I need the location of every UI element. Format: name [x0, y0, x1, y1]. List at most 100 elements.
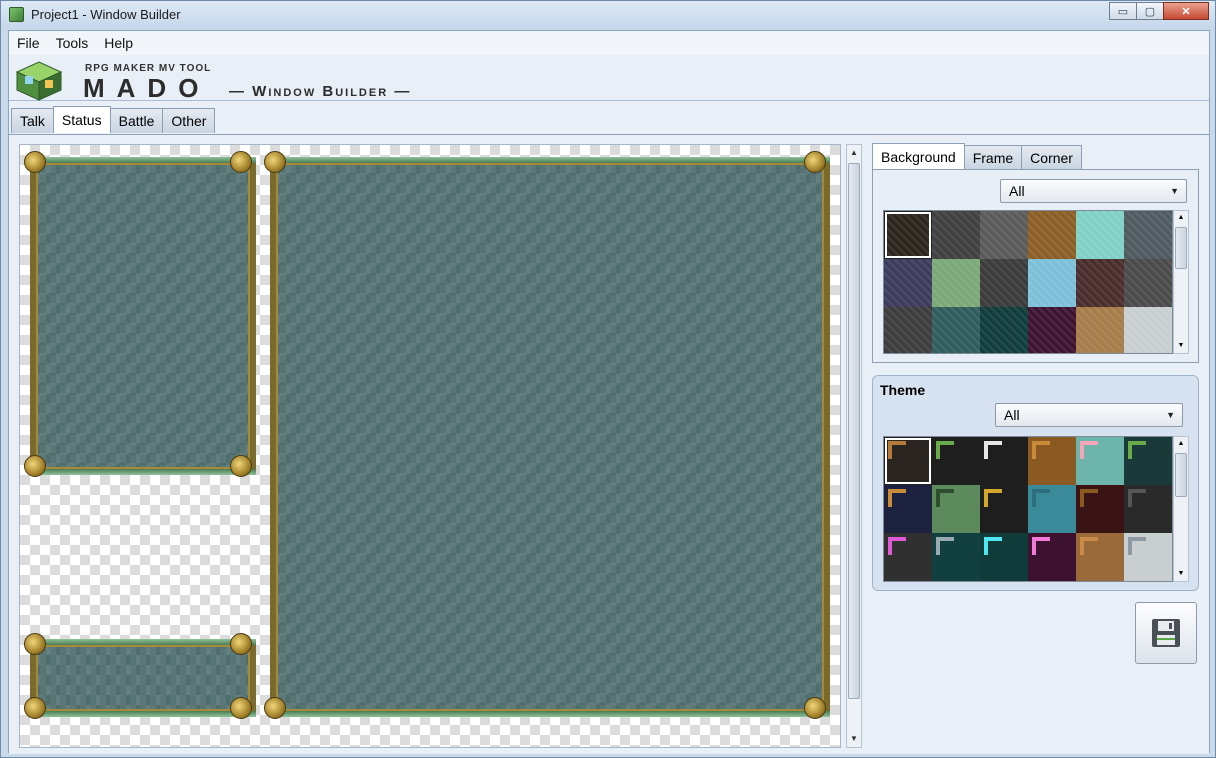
theme-swatch[interactable]: [884, 437, 932, 485]
theme-swatch[interactable]: [1076, 437, 1124, 485]
background-swatch[interactable]: [980, 307, 1028, 353]
theme-scrollbar[interactable]: ▲ ▼: [1173, 436, 1189, 582]
theme-swatch[interactable]: [1124, 533, 1172, 581]
ornament-corner-icon: [264, 151, 286, 173]
background-swatch[interactable]: [932, 259, 980, 307]
background-swatch[interactable]: [884, 259, 932, 307]
theme-corner-icon: [888, 441, 906, 459]
mado-logo-icon: [15, 61, 63, 101]
save-icon: [1152, 619, 1180, 647]
scroll-down-icon[interactable]: ▼: [1174, 567, 1188, 581]
theme-swatch[interactable]: [980, 437, 1028, 485]
theme-swatch[interactable]: [1028, 485, 1076, 533]
scroll-up-icon[interactable]: ▲: [847, 145, 861, 161]
theme-corner-icon: [936, 441, 954, 459]
ornament-corner-icon: [230, 151, 252, 173]
background-filter-select[interactable]: All ▼: [1000, 179, 1187, 203]
theme-swatch[interactable]: [1124, 485, 1172, 533]
scroll-thumb[interactable]: [1175, 453, 1187, 497]
minimize-button[interactable]: ▭: [1109, 2, 1137, 20]
background-swatch[interactable]: [980, 259, 1028, 307]
ornament-corner-icon: [24, 633, 46, 655]
save-button[interactable]: [1135, 602, 1197, 664]
canvas-scrollbar[interactable]: ▲ ▼: [846, 144, 862, 748]
background-swatch[interactable]: [1124, 211, 1172, 259]
background-panel: All ▼ ▲ ▼: [872, 169, 1199, 363]
background-scrollbar[interactable]: ▲ ▼: [1173, 210, 1189, 354]
app-window: Project1 - Window Builder ▭ ▢ ✕ File Too…: [0, 0, 1216, 758]
theme-filter-select[interactable]: All ▼: [995, 403, 1183, 427]
maximize-button[interactable]: ▢: [1136, 2, 1164, 20]
tab-corner[interactable]: Corner: [1021, 145, 1082, 169]
tab-other[interactable]: Other: [162, 108, 216, 133]
background-filter-value: All: [1009, 183, 1025, 199]
theme-swatch[interactable]: [932, 437, 980, 485]
theme-swatch[interactable]: [884, 485, 932, 533]
background-swatch[interactable]: [1076, 307, 1124, 353]
ornament-corner-icon: [804, 151, 826, 173]
theme-swatch[interactable]: [1028, 533, 1076, 581]
background-swatch[interactable]: [1028, 211, 1076, 259]
ornament-corner-icon: [230, 455, 252, 477]
theme-corner-icon: [1080, 441, 1098, 459]
background-swatch[interactable]: [1028, 259, 1076, 307]
theme-corner-icon: [1032, 537, 1050, 555]
background-swatch[interactable]: [1124, 307, 1172, 353]
background-swatch[interactable]: [884, 211, 932, 259]
theme-swatch[interactable]: [1076, 533, 1124, 581]
background-swatch[interactable]: [884, 307, 932, 353]
theme-corner-icon: [984, 537, 1002, 555]
app-icon: [9, 7, 24, 22]
background-swatch[interactable]: [1028, 307, 1076, 353]
scroll-down-icon[interactable]: ▼: [1174, 339, 1188, 353]
status-window-bottom[interactable]: [30, 639, 256, 717]
theme-panel: Theme All ▼ ▲ ▼: [872, 375, 1199, 591]
theme-corner-icon: [984, 489, 1002, 507]
tab-content: ▲ ▼ Background Frame Corner All ▼ ▲ ▼ Th…: [9, 134, 1209, 754]
logo-tagline: — Window Builder —: [229, 83, 412, 100]
scroll-thumb[interactable]: [848, 163, 860, 699]
menu-tools[interactable]: Tools: [48, 35, 97, 51]
status-window-main[interactable]: [270, 157, 830, 717]
tab-status[interactable]: Status: [52, 106, 111, 133]
background-swatch[interactable]: [1124, 259, 1172, 307]
tab-talk[interactable]: Talk: [11, 108, 54, 133]
tab-battle[interactable]: Battle: [109, 108, 164, 133]
banner: RPG MAKER MV TOOL MADO — Window Builder …: [9, 55, 1209, 103]
background-swatch[interactable]: [932, 211, 980, 259]
theme-title: Theme: [880, 382, 926, 398]
theme-swatch[interactable]: [1076, 485, 1124, 533]
scroll-down-icon[interactable]: ▼: [847, 731, 861, 747]
close-button[interactable]: ✕: [1163, 2, 1209, 20]
preview-canvas[interactable]: [19, 144, 841, 748]
window-title: Project1 - Window Builder: [31, 7, 181, 22]
menu-help[interactable]: Help: [96, 35, 141, 51]
theme-corner-icon: [936, 537, 954, 555]
ornament-corner-icon: [804, 697, 826, 719]
chevron-down-icon: ▼: [1170, 186, 1179, 196]
theme-corner-icon: [888, 489, 906, 507]
background-swatch[interactable]: [932, 307, 980, 353]
scroll-up-icon[interactable]: ▲: [1174, 437, 1188, 451]
theme-corner-icon: [1128, 537, 1146, 555]
tab-background[interactable]: Background: [872, 143, 965, 169]
theme-swatch[interactable]: [932, 485, 980, 533]
tab-frame[interactable]: Frame: [963, 145, 1023, 169]
scroll-thumb[interactable]: [1175, 227, 1187, 269]
theme-swatch[interactable]: [1028, 437, 1076, 485]
theme-swatch[interactable]: [980, 533, 1028, 581]
theme-swatch[interactable]: [932, 533, 980, 581]
ornament-corner-icon: [24, 697, 46, 719]
theme-swatch[interactable]: [1124, 437, 1172, 485]
menu-file[interactable]: File: [9, 35, 48, 51]
scroll-up-icon[interactable]: ▲: [1174, 211, 1188, 225]
background-swatch[interactable]: [980, 211, 1028, 259]
theme-corner-icon: [1080, 489, 1098, 507]
background-swatch[interactable]: [1076, 211, 1124, 259]
theme-corner-icon: [888, 537, 906, 555]
theme-swatch[interactable]: [884, 533, 932, 581]
status-window-left[interactable]: [30, 157, 256, 475]
theme-swatch[interactable]: [980, 485, 1028, 533]
title-bar: Project1 - Window Builder ▭ ▢ ✕: [1, 1, 1215, 29]
background-swatch[interactable]: [1076, 259, 1124, 307]
